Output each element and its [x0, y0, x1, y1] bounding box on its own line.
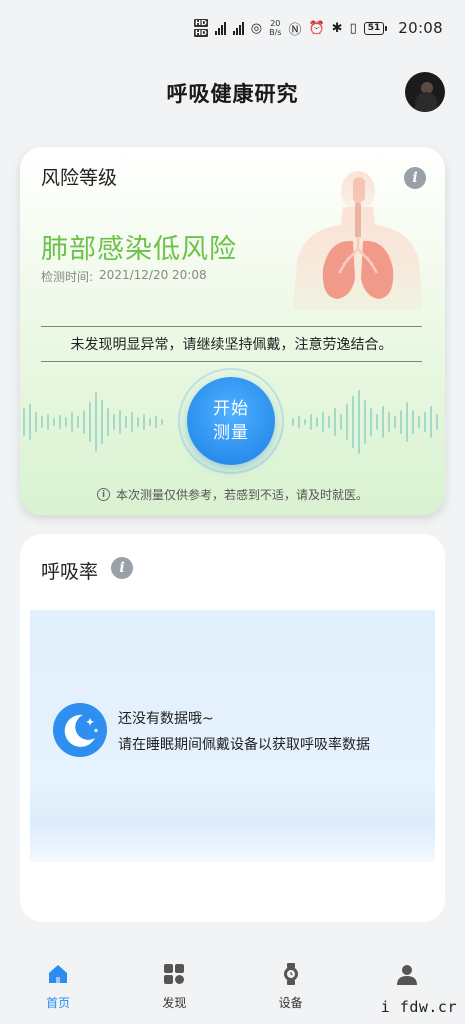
nav-item-home[interactable]: 首页 [0, 950, 116, 1024]
watermark: i fdw.cr [380, 998, 457, 1016]
disclaimer: i 本次测量仅供参考，若感到不适，请及时就医。 [20, 486, 445, 503]
vibrate-icon: ▯ [349, 20, 357, 36]
clock: 20:08 [398, 19, 443, 37]
respiration-rate-card: 呼吸率 i 还没有数据哦~ 请在睡眠期间佩戴设备以获取呼吸率数据 [20, 534, 445, 922]
page-title: 呼吸健康研究 [166, 82, 299, 106]
alarm-icon: ⏰ [308, 20, 325, 36]
moon-icon [53, 703, 107, 757]
signal-icon [214, 21, 226, 35]
home-icon [49, 965, 68, 983]
measure-button-ring: 开始 测量 [178, 368, 284, 474]
wave-left-decoration [23, 392, 163, 452]
network-speed: 20 B/s [269, 19, 282, 37]
no-data-text: 还没有数据哦~ [118, 711, 214, 727]
advice-text: 未发现明显异常，请继续坚持佩戴，注意劳逸结合。 [41, 326, 422, 362]
hd-icon: HD HD [194, 19, 208, 37]
nfc-icon: Ⓝ [288, 22, 302, 38]
person-icon [396, 965, 417, 985]
detect-time-label: 检测时间: [41, 270, 94, 284]
nav-item-discover[interactable]: 发现 [116, 950, 232, 1024]
info-icon[interactable]: i [111, 557, 133, 579]
start-measure-button[interactable]: 开始 测量 [187, 377, 275, 465]
battery-icon: 51 [363, 21, 388, 35]
avatar[interactable] [405, 72, 445, 112]
bluetooth-icon: ✱ [331, 20, 343, 36]
respiration-empty-state: 还没有数据哦~ 请在睡眠期间佩戴设备以获取呼吸率数据 [30, 610, 435, 862]
discover-icon [164, 964, 185, 984]
detect-time: 检测时间: 2021/12/20 20:08 [41, 268, 207, 285]
risk-level-label: 风险等级 [41, 167, 118, 189]
respiration-rate-title: 呼吸率 [41, 561, 99, 583]
signal-4g-icon [232, 21, 244, 35]
disclaimer-text: 本次测量仅供参考，若感到不适，请及时就医。 [115, 488, 368, 502]
status-bar: HD HD ◎ 20 B/s Ⓝ ⏰ ✱ ▯ 51 20:08 [0, 0, 465, 56]
nav-item-device[interactable]: 设备 [233, 950, 349, 1024]
no-data-hint: 请在睡眠期间佩戴设备以获取呼吸率数据 [118, 737, 370, 753]
wave-right-decoration [292, 390, 438, 454]
risk-result: 肺部感染低风险 [41, 234, 237, 265]
risk-level-card: 风险等级 i 肺部感染低风险 检测时间: 2021/12/20 20:08 未发… [20, 147, 445, 515]
info-outline-icon: i [96, 488, 110, 501]
wifi-icon: ◎ [250, 20, 263, 36]
lungs-icon [293, 171, 423, 309]
app-header: 呼吸健康研究 [0, 68, 465, 118]
watch-icon [283, 963, 298, 985]
detect-time-value: 2021/12/20 20:08 [99, 268, 207, 282]
